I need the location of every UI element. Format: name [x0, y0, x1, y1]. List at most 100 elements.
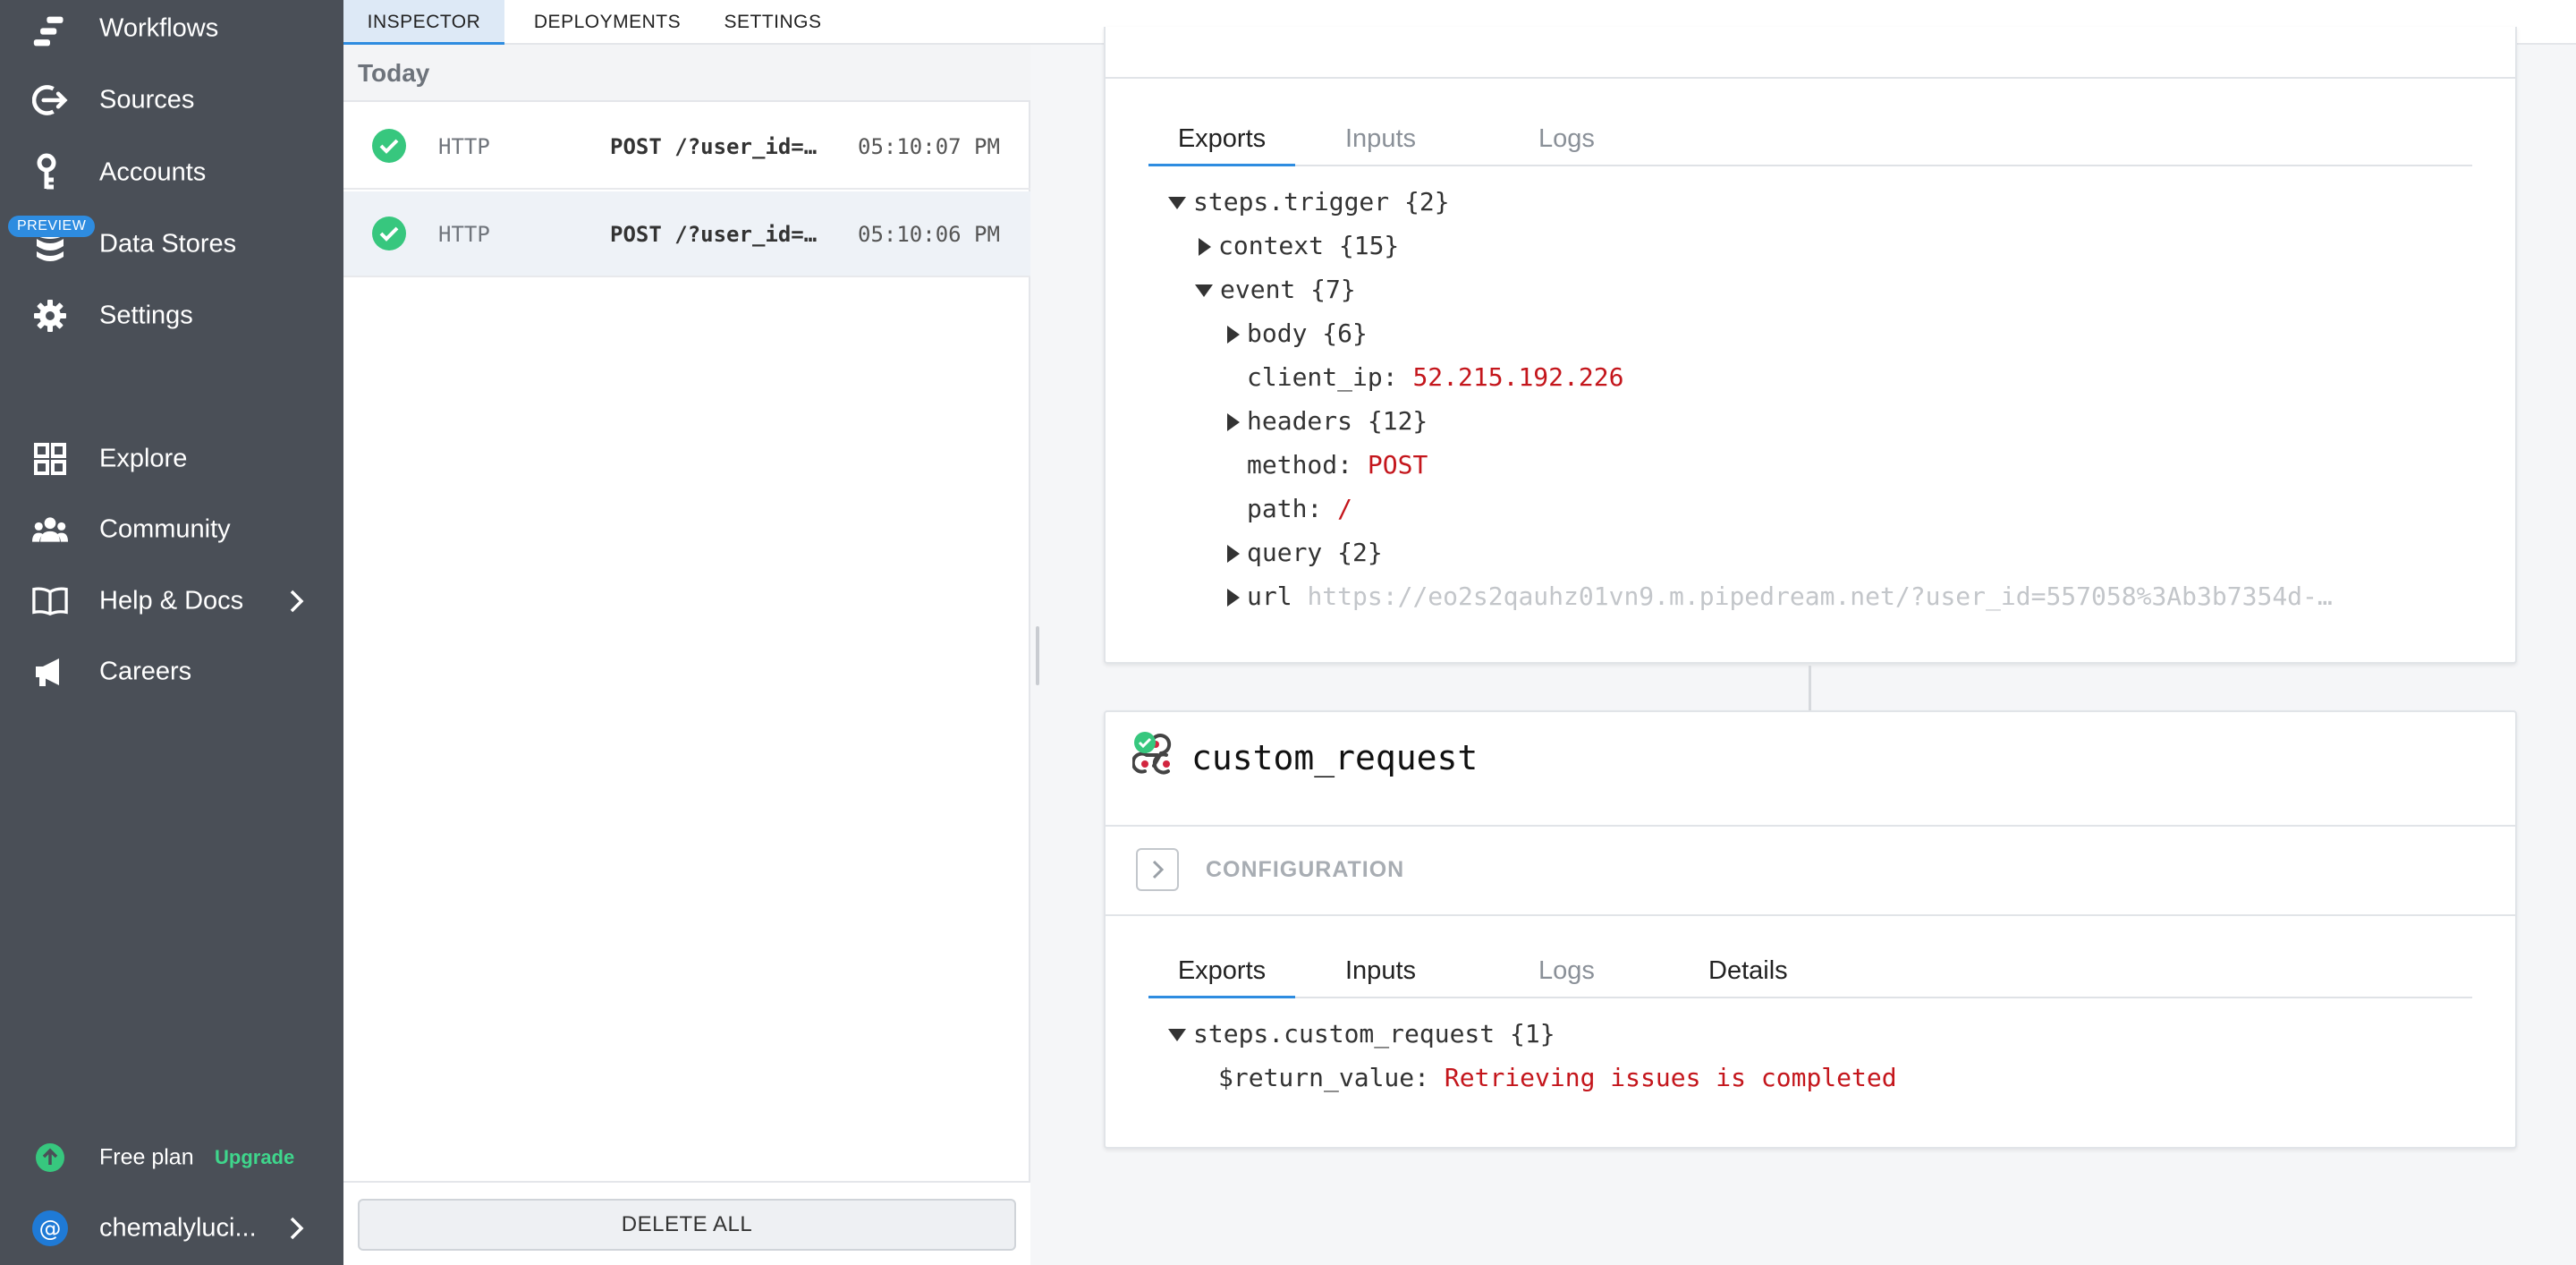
tab-exports[interactable]: Exports: [1148, 948, 1295, 998]
chevron-right-icon: [290, 590, 304, 613]
plan-label: Free plan: [99, 1144, 194, 1170]
tree-node-query[interactable]: query {2}: [1227, 535, 1383, 571]
sources-icon: [32, 82, 68, 118]
tree-node-label: steps.trigger {2}: [1193, 187, 1450, 216]
custom-request-step-card: custom_request CONFIGURATION Exports Inp…: [1104, 710, 2517, 1149]
tree-value: Retrieving issues is completed: [1444, 1063, 1897, 1092]
step-connector: [1809, 666, 1811, 710]
tab-deployments[interactable]: DEPLOYMENTS: [522, 0, 692, 45]
tree-node-url[interactable]: url https://eo2s2qauhz01vn9.m.pipedream.…: [1227, 579, 2333, 615]
tree-node-label: headers {12}: [1247, 406, 1428, 436]
tab-inspector[interactable]: INSPECTOR: [343, 0, 504, 45]
tree-node-label: context {15}: [1218, 231, 1400, 260]
caret-down-icon: [1195, 284, 1213, 297]
caret-right-icon: [1227, 326, 1240, 344]
sidebar-item-community[interactable]: Community: [0, 498, 343, 561]
event-time: 05:10:07 PM: [858, 134, 1000, 159]
tree-node-root[interactable]: steps.trigger {2}: [1168, 184, 1450, 220]
trigger-step-card: Exports Inputs Logs steps.trigger {2} co…: [1104, 27, 2517, 664]
event-path: POST /?user_id=…: [610, 134, 818, 159]
tab-exports[interactable]: Exports: [1148, 116, 1295, 166]
caret-right-icon: [1227, 413, 1240, 431]
grid-icon: [32, 441, 68, 477]
svg-text:@: @: [39, 1216, 62, 1242]
success-check-icon: [372, 129, 406, 163]
tab-details[interactable]: Details: [1708, 948, 1788, 998]
sidebar-item-label: Sources: [99, 85, 195, 115]
step-title[interactable]: custom_request: [1191, 735, 1478, 780]
trigger-exports-tree: steps.trigger {2} context {15} event {7}…: [1168, 184, 2492, 632]
tree-key: method:: [1247, 450, 1353, 480]
sidebar-item-settings[interactable]: Settings: [0, 284, 343, 347]
tree-leaf-path: path: /: [1247, 491, 1352, 527]
people-icon: [32, 512, 68, 548]
caret-right-icon: [1199, 238, 1211, 256]
pane-resize-handle[interactable]: [1036, 626, 1039, 685]
custom-request-exports-tree: steps.custom_request {1} $return_value: …: [1168, 1016, 2492, 1106]
tree-node-label: event {7}: [1220, 275, 1356, 304]
success-check-icon: [372, 216, 406, 250]
sidebar-item-label: Community: [99, 514, 231, 544]
webhook-icon: [1131, 732, 1179, 778]
megaphone-icon: [32, 654, 68, 690]
tree-node-context[interactable]: context {15}: [1199, 228, 1399, 264]
avatar: @: [32, 1210, 68, 1246]
sidebar-item-label: Accounts: [99, 157, 207, 187]
sidebar-item-sources[interactable]: Sources: [0, 69, 343, 132]
preview-badge: PREVIEW: [8, 216, 96, 237]
tree-node-label: body {6}: [1247, 318, 1368, 348]
tree-node-root[interactable]: steps.custom_request {1}: [1168, 1016, 1555, 1052]
configuration-expand-button[interactable]: [1136, 848, 1179, 891]
tree-value: 52.215.192.226: [1412, 362, 1624, 392]
divider: [1106, 825, 2515, 827]
tree-key: client_ip:: [1247, 362, 1398, 392]
sidebar-item-workflows[interactable]: Workflows: [0, 0, 343, 63]
caret-down-icon: [1168, 1029, 1186, 1041]
sidebar-item-help-docs[interactable]: Help & Docs: [0, 570, 343, 632]
delete-all-button[interactable]: DELETE ALL: [358, 1199, 1016, 1251]
arrow-up-circle-icon: [32, 1140, 68, 1176]
sidebar-item-label: Data Stores: [99, 229, 237, 259]
user-menu[interactable]: @ chemalyluci...: [0, 1197, 343, 1260]
tab-settings[interactable]: SETTINGS: [701, 0, 844, 45]
event-path: POST /?user_id=…: [610, 222, 818, 247]
upgrade-link[interactable]: Upgrade: [215, 1146, 294, 1169]
sidebar-item-label: Explore: [99, 444, 188, 473]
divider: [1106, 77, 2515, 79]
chevron-right-icon: [1152, 860, 1165, 879]
tab-logs[interactable]: Logs: [1538, 948, 1595, 998]
caret-right-icon: [1227, 589, 1240, 607]
book-icon: [32, 583, 68, 619]
tree-node-label: steps.custom_request {1}: [1193, 1019, 1555, 1049]
custom-request-tabs: Exports Inputs Logs Details: [1148, 948, 2472, 998]
tree-node-label: query {2}: [1247, 538, 1383, 567]
tree-node-event[interactable]: event {7}: [1195, 272, 1356, 308]
tree-key: path:: [1247, 494, 1323, 523]
day-header: Today: [343, 45, 1030, 102]
tree-key: $return_value:: [1218, 1063, 1430, 1092]
event-time: 05:10:06 PM: [858, 222, 1000, 247]
tree-value: /: [1337, 494, 1353, 523]
configuration-label[interactable]: CONFIGURATION: [1206, 853, 1404, 886]
tree-leaf-return-value: $return_value: Retrieving issues is comp…: [1218, 1060, 1897, 1096]
sidebar-item-accounts[interactable]: Accounts: [0, 141, 343, 204]
sidebar: Workflows Sources Accounts Data Stores P…: [0, 0, 343, 1265]
event-source: HTTP: [438, 134, 490, 159]
sidebar-item-label: Careers: [99, 657, 192, 686]
tab-inputs[interactable]: Inputs: [1345, 948, 1416, 998]
key-icon: [32, 153, 68, 191]
tree-node-body[interactable]: body {6}: [1227, 316, 1368, 352]
sidebar-item-label: Help & Docs: [99, 586, 244, 616]
event-list: Today HTTP POST /?user_id=… 05:10:07 PM …: [343, 45, 1030, 1265]
caret-down-icon: [1168, 197, 1186, 209]
sidebar-item-explore[interactable]: Explore: [0, 428, 343, 490]
chevron-right-icon: [290, 1217, 304, 1240]
workflows-icon: [32, 13, 68, 49]
tab-inputs[interactable]: Inputs: [1345, 116, 1416, 166]
event-row[interactable]: HTTP POST /?user_id=… 05:10:07 PM: [343, 104, 1030, 190]
sidebar-item-careers[interactable]: Careers: [0, 641, 343, 703]
tree-leaf-method: method: POST: [1247, 447, 1428, 483]
tree-node-headers[interactable]: headers {12}: [1227, 403, 1428, 439]
event-row-selected[interactable]: HTTP POST /?user_id=… 05:10:06 PM: [343, 191, 1030, 277]
tab-logs[interactable]: Logs: [1538, 116, 1595, 166]
